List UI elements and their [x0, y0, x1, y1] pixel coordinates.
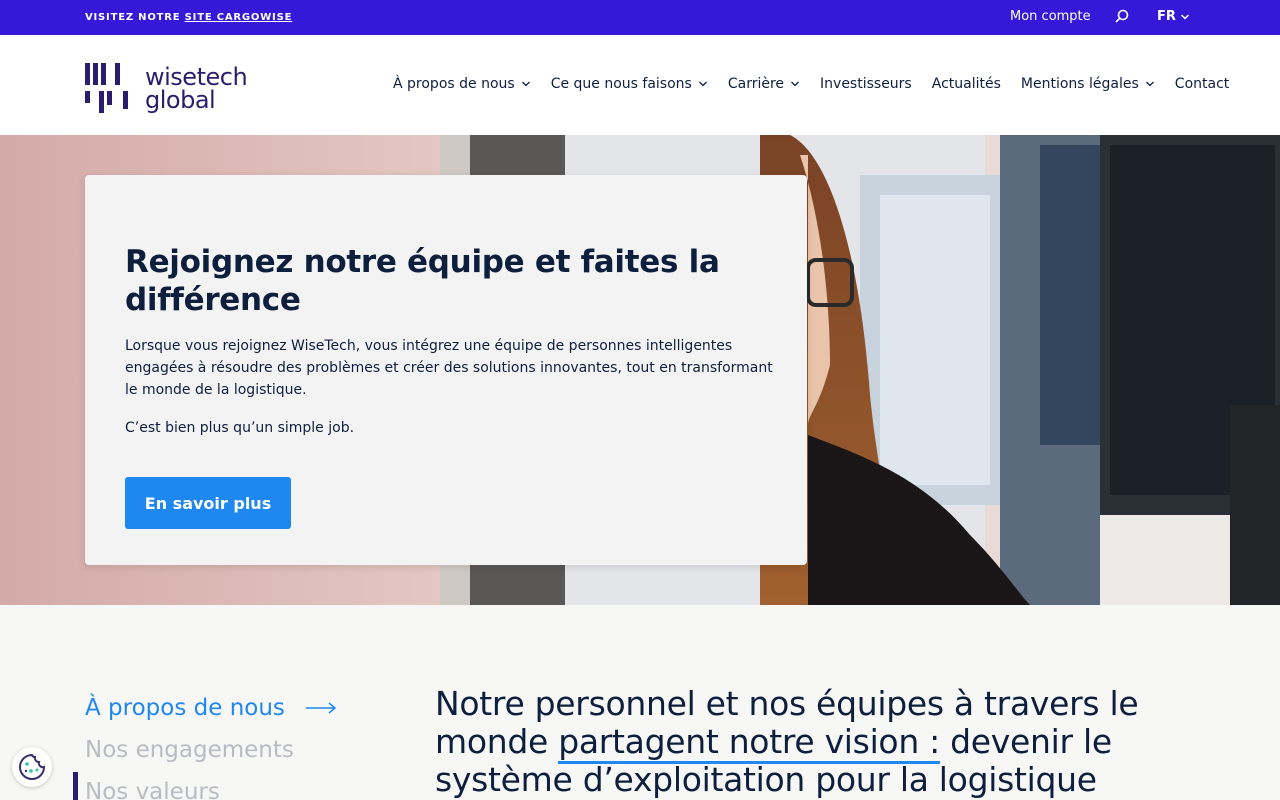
nav-item-news[interactable]: Actualités: [932, 76, 1001, 92]
cookie-settings-button[interactable]: [12, 747, 52, 787]
hero-paragraph-1: Lorsque vous rejoignez WiseTech, vous in…: [125, 338, 773, 398]
side-nav-label: À propos de nous: [85, 695, 285, 721]
cargowise-promo: VISITEZ NOTRE SITE CARGOWISE: [85, 12, 292, 23]
hero-card: Rejoignez notre équipe et faites la diff…: [85, 175, 807, 565]
arrow-right-icon: [305, 702, 337, 714]
cargowise-link[interactable]: SITE CARGOWISE: [185, 12, 293, 23]
learn-more-button[interactable]: En savoir plus: [125, 477, 291, 529]
promo-text: VISITEZ NOTRE: [85, 12, 185, 23]
nav-item-legal[interactable]: Mentions légales: [1021, 76, 1155, 92]
nav-item-what-we-do[interactable]: Ce que nous faisons: [551, 76, 708, 92]
language-selector[interactable]: FR: [1157, 9, 1190, 24]
main-header: wisetech global À propos de nous Ce que …: [0, 35, 1280, 135]
my-account-link[interactable]: Mon compte: [1010, 9, 1091, 24]
hero-paragraph-2: C’est bien plus qu’un simple job.: [125, 420, 355, 436]
nav-label: Contact: [1174, 76, 1230, 92]
logo-text: wisetech global: [145, 65, 248, 114]
logo-mark-icon: [85, 63, 133, 113]
wisetech-logo[interactable]: wisetech global: [85, 63, 248, 114]
nav-label: Carrière: [727, 76, 785, 92]
chevron-down-icon: [791, 81, 799, 87]
chevron-down-icon: [521, 81, 530, 87]
nav-label: Actualités: [931, 76, 1001, 92]
side-nav-item-about[interactable]: À propos de nous: [85, 687, 337, 729]
chevron-down-icon: [1180, 13, 1189, 20]
language-label: FR: [1157, 9, 1176, 24]
nav-label: Ce que nous faisons: [550, 76, 692, 92]
side-nav-item-values[interactable]: Nos valeurs: [85, 771, 337, 800]
logo-line-2: global: [145, 86, 216, 114]
nav-label: Investisseurs: [820, 76, 912, 92]
chevron-down-icon: [1145, 81, 1154, 87]
chevron-down-icon: [698, 81, 707, 87]
nav-label: À propos de nous: [393, 76, 515, 92]
about-section: À propos de nous Nos engagements Nos val…: [0, 605, 1280, 800]
hero-section: Rejoignez notre équipe et faites la diff…: [0, 135, 1280, 605]
section-side-nav: À propos de nous Nos engagements Nos val…: [85, 687, 337, 800]
top-bar: VISITEZ NOTRE SITE CARGOWISE Mon compte …: [0, 0, 1280, 35]
main-nav: À propos de nous Ce que nous faisons Car…: [393, 76, 1229, 92]
search-icon[interactable]: [1114, 8, 1130, 24]
nav-label: Mentions légales: [1020, 76, 1139, 92]
nav-item-contact[interactable]: Contact: [1175, 76, 1229, 92]
side-nav-item-commitments[interactable]: Nos engagements: [85, 729, 337, 771]
nav-item-investors[interactable]: Investisseurs: [820, 76, 912, 92]
intro-highlight-link[interactable]: partagent notre vision :: [558, 722, 940, 764]
side-nav-indicator: [73, 772, 78, 800]
intro-statement: Notre personnel et nos équipes à travers…: [435, 685, 1175, 799]
cookie-icon: [19, 753, 46, 780]
nav-item-careers[interactable]: Carrière: [728, 76, 800, 92]
hero-title: Rejoignez notre équipe et faites la diff…: [125, 244, 720, 318]
nav-item-about[interactable]: À propos de nous: [393, 76, 531, 92]
